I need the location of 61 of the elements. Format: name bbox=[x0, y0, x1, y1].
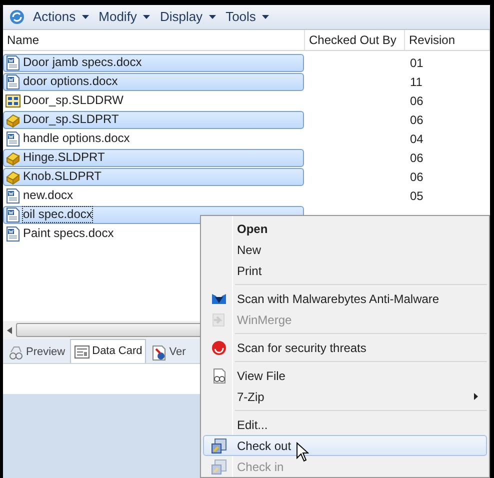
revision-cell: 05 bbox=[410, 188, 424, 202]
part-block-icon bbox=[5, 150, 21, 166]
card-icon bbox=[74, 344, 90, 360]
toolbar-menu[interactable]: Modify bbox=[96, 7, 152, 27]
menu-item[interactable]: Print bbox=[203, 260, 487, 281]
menu-item[interactable]: 7-Zip bbox=[203, 386, 487, 407]
menu-item[interactable]: View File bbox=[203, 365, 487, 386]
file-name: Paint specs.docx bbox=[23, 226, 114, 241]
revision-cell: 04 bbox=[410, 132, 424, 146]
file-row[interactable]: new.docx bbox=[3, 186, 304, 204]
panel-tab[interactable]: Data Card bbox=[70, 339, 146, 363]
file-name: new.docx bbox=[23, 188, 74, 203]
column-header[interactable]: Revision bbox=[405, 30, 490, 50]
menu-item[interactable]: Scan with Malwarebytes Anti-Malware bbox=[203, 288, 487, 309]
file-viewer-icon bbox=[211, 368, 227, 384]
part-block-icon bbox=[5, 112, 21, 128]
menu-item[interactable]: Scan for security threats bbox=[203, 337, 487, 358]
scroll-left-arrow-icon[interactable] bbox=[7, 326, 12, 334]
file-row[interactable]: Hinge.SLDPRT bbox=[3, 148, 304, 166]
mouse-pointer-icon bbox=[296, 442, 309, 462]
file-row[interactable]: Knob.SLDPRT bbox=[3, 168, 304, 186]
dropdown-caret-icon bbox=[208, 15, 216, 19]
file-name: Hinge.SLDPRT bbox=[23, 150, 105, 165]
file-name: Door jamb specs.docx bbox=[23, 55, 142, 70]
part-block-icon bbox=[5, 168, 21, 184]
file-row[interactable]: Door jamb specs.docx bbox=[3, 54, 304, 72]
dropdown-caret-icon bbox=[142, 15, 150, 19]
refresh-icon bbox=[9, 9, 25, 25]
glasses-icon bbox=[8, 344, 24, 360]
toolbar-menu[interactable]: Display bbox=[158, 7, 218, 27]
file-name: Door_sp.SLDPRT bbox=[23, 112, 119, 127]
revision-cell: 06 bbox=[410, 112, 424, 126]
dropdown-caret-icon bbox=[262, 15, 269, 19]
file-name: oil spec.docx bbox=[23, 207, 92, 222]
toolbar-menu[interactable]: Actions bbox=[31, 7, 91, 27]
file-name: handle options.docx bbox=[23, 131, 130, 146]
file-name: door options.docx bbox=[23, 74, 118, 89]
dropdown-caret-icon bbox=[82, 15, 89, 19]
revision-cell: 11 bbox=[410, 74, 422, 88]
file-row[interactable]: Door_sp.SLDPRT bbox=[3, 110, 304, 128]
checkout-box-icon bbox=[211, 438, 227, 454]
checkout-box-icon bbox=[211, 458, 227, 474]
revision-cell: 01 bbox=[410, 56, 424, 70]
version-document-icon bbox=[151, 344, 168, 360]
file-row[interactable]: Door_sp.SLDDRW bbox=[3, 92, 304, 110]
revision-cell: 06 bbox=[410, 150, 424, 164]
menu-item[interactable]: New bbox=[203, 239, 487, 260]
file-row[interactable]: door options.docx bbox=[3, 72, 304, 90]
panel-tab[interactable]: Preview bbox=[5, 342, 68, 363]
file-name: Knob.SLDPRT bbox=[23, 169, 102, 184]
column-header[interactable]: Name bbox=[3, 30, 305, 50]
file-name: Door_sp.SLDDRW bbox=[23, 93, 124, 108]
panel-tab[interactable]: Ver bbox=[148, 342, 189, 363]
file-row[interactable]: handle options.docx bbox=[3, 130, 304, 148]
menu-item[interactable]: Edit... bbox=[203, 414, 487, 435]
revision-cell: 06 bbox=[410, 170, 424, 184]
column-header[interactable]: Checked Out By bbox=[305, 30, 405, 50]
swirl-disc-icon bbox=[211, 340, 227, 356]
toolbar-menu[interactable]: Tools bbox=[224, 7, 271, 27]
revision-cell: 06 bbox=[410, 94, 424, 108]
drawing-sheet-icon bbox=[5, 92, 21, 108]
